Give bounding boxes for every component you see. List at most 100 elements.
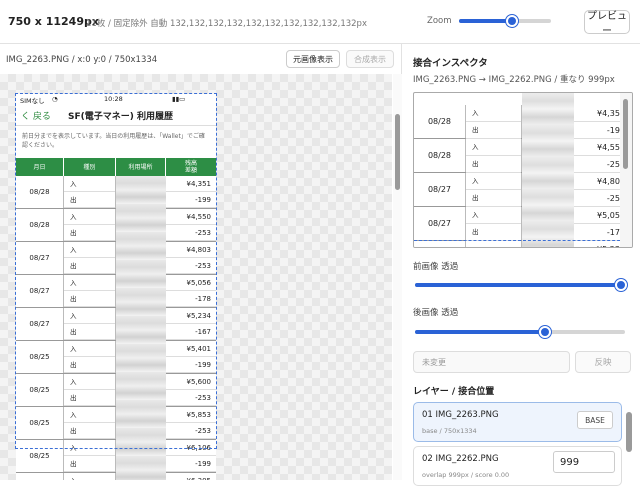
back-opacity-slider[interactable] (415, 326, 625, 338)
top-toolbar: 750 x 11249px 11枚 / 固定除外 自動 132,132,132,… (0, 0, 640, 44)
zoom-slider-fill (459, 19, 512, 23)
row-place (522, 173, 574, 206)
front-opacity-slider[interactable] (415, 279, 627, 291)
row-balance: ¥6,305 (166, 473, 216, 480)
row-balance: ¥4,803 (166, 242, 216, 258)
layer-name: 01 IMG_2263.PNG (422, 410, 499, 420)
layer-item-overlay[interactable]: 02 IMG_2262.PNG overlap 999px / score 0.… (413, 446, 622, 486)
zoom-slider[interactable] (459, 15, 551, 27)
battery-icon: ▮▮▭ (172, 95, 186, 103)
seam-preview[interactable]: 08/28 入出 ¥4,351 -199 08/28 入出 ¥4,550 -253 08/27 入… (413, 92, 633, 248)
seam-scroll-thumb[interactable] (623, 99, 628, 169)
row-balance: ¥5,056 (166, 275, 216, 291)
row-type: 入出 (64, 176, 116, 208)
row-diff: -199 (166, 192, 216, 208)
show-original-button[interactable]: 元画像表示 (286, 50, 340, 68)
inspector-pane: 接合インスペクタ IMG_2263.PNG → IMG_2262.PNG / 重… (403, 44, 640, 486)
header-place: 利用場所 (116, 158, 166, 176)
seam-preview-table: 08/28 入出 ¥4,351 -199 08/28 入出 ¥4,550 -253 08/27 入… (414, 105, 630, 247)
table-row: 08/27 入出 ¥5,234 -167 (16, 308, 216, 341)
row-type-out: 出 (64, 258, 115, 274)
row-date: 08/27 (16, 275, 64, 307)
table-row: 08/27 入出 ¥5,056 -178 (414, 207, 630, 241)
transparent-canvas[interactable]: SIMなし ◔ 10:28 ▮▮▭ く 戻る SF(電子マネー) 利用履歴 前日… (0, 74, 392, 480)
row-type-out: 出 (64, 357, 115, 373)
row-balance: ¥5,234 (166, 308, 216, 324)
stitch-canvas-pane: IMG_2263.PNG / x:0 y:0 / 750x1334 元画像表示 … (0, 44, 402, 480)
row-type-out: 出 (466, 224, 521, 241)
row-place (116, 209, 166, 241)
back-link: く 戻る (21, 112, 51, 122)
front-opacity-fill (415, 283, 621, 287)
row-type-in: 入 (64, 374, 115, 390)
row-date: 08/28 (414, 139, 466, 172)
zoom-slider-handle[interactable] (506, 15, 518, 27)
base-badge[interactable]: BASE (577, 411, 613, 429)
front-opacity-handle[interactable] (615, 279, 627, 291)
row-place (522, 105, 574, 138)
phone-page-title: SF(電子マネー) 利用履歴 (68, 112, 173, 122)
row-diff: -253 (166, 390, 216, 406)
row-balance: ¥4,351 (166, 176, 216, 192)
layer-info: base / 750x1334 (422, 427, 477, 435)
phone-status-bar: SIMなし ◔ 10:28 ▮▮▭ (16, 94, 216, 105)
row-amount: ¥6,106 -199 (166, 440, 216, 472)
row-type: 入出 (64, 473, 116, 480)
layer-item-base[interactable]: 01 IMG_2263.PNG base / 750x1334 BASE (413, 402, 622, 442)
row-date: 08/28 (16, 176, 64, 208)
row-amount: ¥5,401 -199 (166, 341, 216, 373)
preview-button[interactable]: プレビュー (584, 10, 630, 37)
row-type-in (466, 241, 521, 247)
row-type-in: 入 (64, 440, 115, 456)
zoom-label: Zoom (427, 16, 452, 26)
inspector-subtitle: IMG_2263.PNG → IMG_2262.PNG / 重なり 999px (413, 75, 615, 85)
overlap-input[interactable] (553, 451, 615, 473)
row-amount: ¥5,853 -253 (166, 407, 216, 439)
row-diff: -253 (166, 225, 216, 241)
row-balance: ¥5,853 (166, 407, 216, 423)
header-type: 種別 (64, 158, 116, 176)
row-type-in: 入 (64, 242, 115, 258)
row-type-in: 入 (64, 341, 115, 357)
row-place (116, 242, 166, 274)
layers-title: レイヤー / 接合位置 (413, 387, 495, 397)
seam-preview-scrollbar[interactable] (620, 93, 632, 247)
row-type-out: 出 (64, 291, 115, 307)
screenshot-image[interactable]: SIMなし ◔ 10:28 ▮▮▭ く 戻る SF(電子マネー) 利用履歴 前日… (16, 94, 216, 480)
row-type-in: 入 (64, 209, 115, 225)
row-place (116, 341, 166, 373)
row-type: 入出 (64, 275, 116, 307)
row-type: 入出 (64, 407, 116, 439)
row-type-out: 出 (466, 190, 521, 207)
canvas-scrollbar[interactable] (393, 74, 402, 480)
table-row: 08/25 入出 ¥5,401 -199 (16, 341, 216, 374)
row-type-out: 出 (466, 156, 521, 173)
row-type-in: 入 (64, 407, 115, 423)
row-date: 08/28 (414, 105, 466, 138)
row-type: 入出 (64, 374, 116, 406)
header-date: 月日 (16, 158, 64, 176)
row-type-in: 入 (466, 139, 521, 156)
layers-scroll-thumb[interactable] (626, 412, 632, 452)
inspector-title: 接合インスペクタ (413, 58, 488, 69)
row-type: 入出 (64, 440, 116, 472)
layers-scrollbar[interactable] (623, 404, 635, 480)
row-date (414, 241, 466, 247)
canvas-scroll-thumb[interactable] (395, 114, 400, 190)
row-type-in: 入 (64, 176, 115, 192)
table-row: 08/28 入出 ¥4,351 -199 (16, 176, 216, 209)
row-amount: ¥4,803 -253 (166, 242, 216, 274)
row-diff: -253 (166, 423, 216, 439)
table-row: 08/27 入出 ¥4,803 -253 (414, 173, 630, 207)
row-type-in: 入 (466, 173, 521, 190)
row-date: 08/27 (414, 207, 466, 240)
row-place (116, 440, 166, 472)
row-type: 入出 (466, 207, 522, 241)
change-status: 未変更 (413, 351, 570, 373)
apply-button[interactable]: 反映 (575, 351, 631, 373)
row-balance: ¥5,600 (166, 374, 216, 390)
back-opacity-handle[interactable] (539, 326, 551, 338)
row-type: 入出 (466, 105, 522, 139)
show-composite-button[interactable]: 合成表示 (346, 50, 394, 68)
header-balance: 残高 差額 (184, 160, 197, 174)
